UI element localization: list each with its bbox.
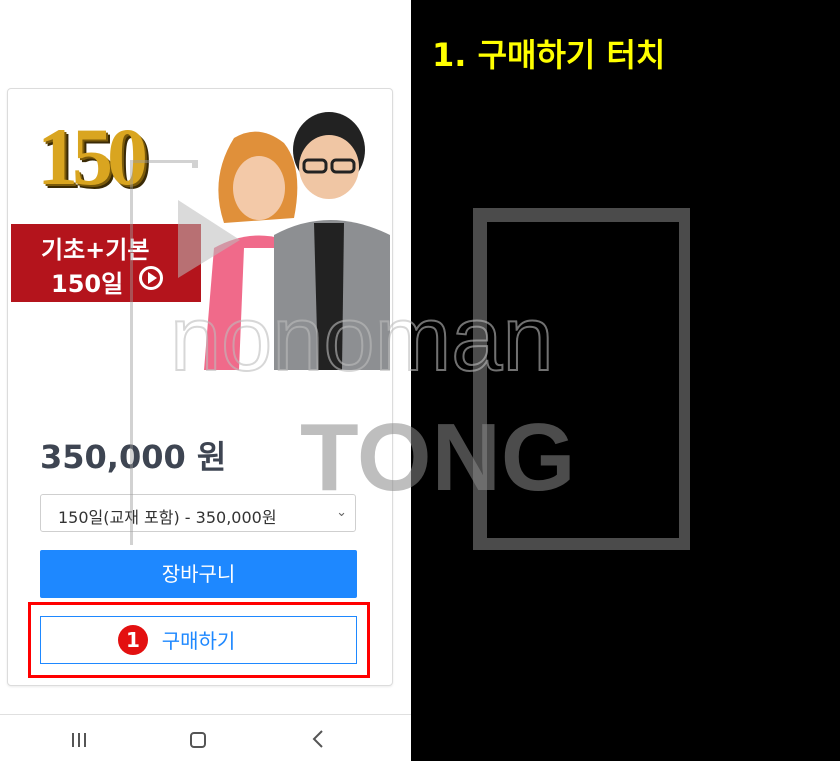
- banner-logo-150: 150: [37, 111, 148, 202]
- step-number-badge: 1: [118, 625, 148, 655]
- option-select-value: 150일(교재 포함) - 350,000원: [58, 508, 277, 527]
- man-instructor-photo: [274, 112, 390, 370]
- play-circle-icon: [139, 266, 163, 290]
- home-icon[interactable]: [190, 732, 206, 748]
- banner-ribbon: 기초+기본 150일: [11, 224, 201, 302]
- product-banner-image[interactable]: 150 기초+기본 150일: [9, 90, 391, 377]
- recent-apps-icon[interactable]: [72, 733, 88, 747]
- price-label: 350,000 원: [40, 438, 227, 476]
- ribbon-line1: 기초+기본: [41, 236, 150, 264]
- chevron-down-icon: ⌄: [336, 505, 347, 520]
- ribbon-line2: 150일: [51, 270, 124, 298]
- back-icon[interactable]: [312, 729, 324, 749]
- android-nav-bar: [0, 714, 411, 761]
- buy-highlight-box: [28, 602, 370, 678]
- option-select[interactable]: 150일(교재 포함) - 350,000원 ⌄: [40, 494, 356, 532]
- instruction-title: 1. 구매하기 터치: [432, 36, 666, 74]
- add-to-cart-button[interactable]: 장바구니: [40, 550, 357, 598]
- phone-screen: 150 기초+기본 150일 350,000 원 150일(교재 포함) - 3…: [0, 0, 411, 761]
